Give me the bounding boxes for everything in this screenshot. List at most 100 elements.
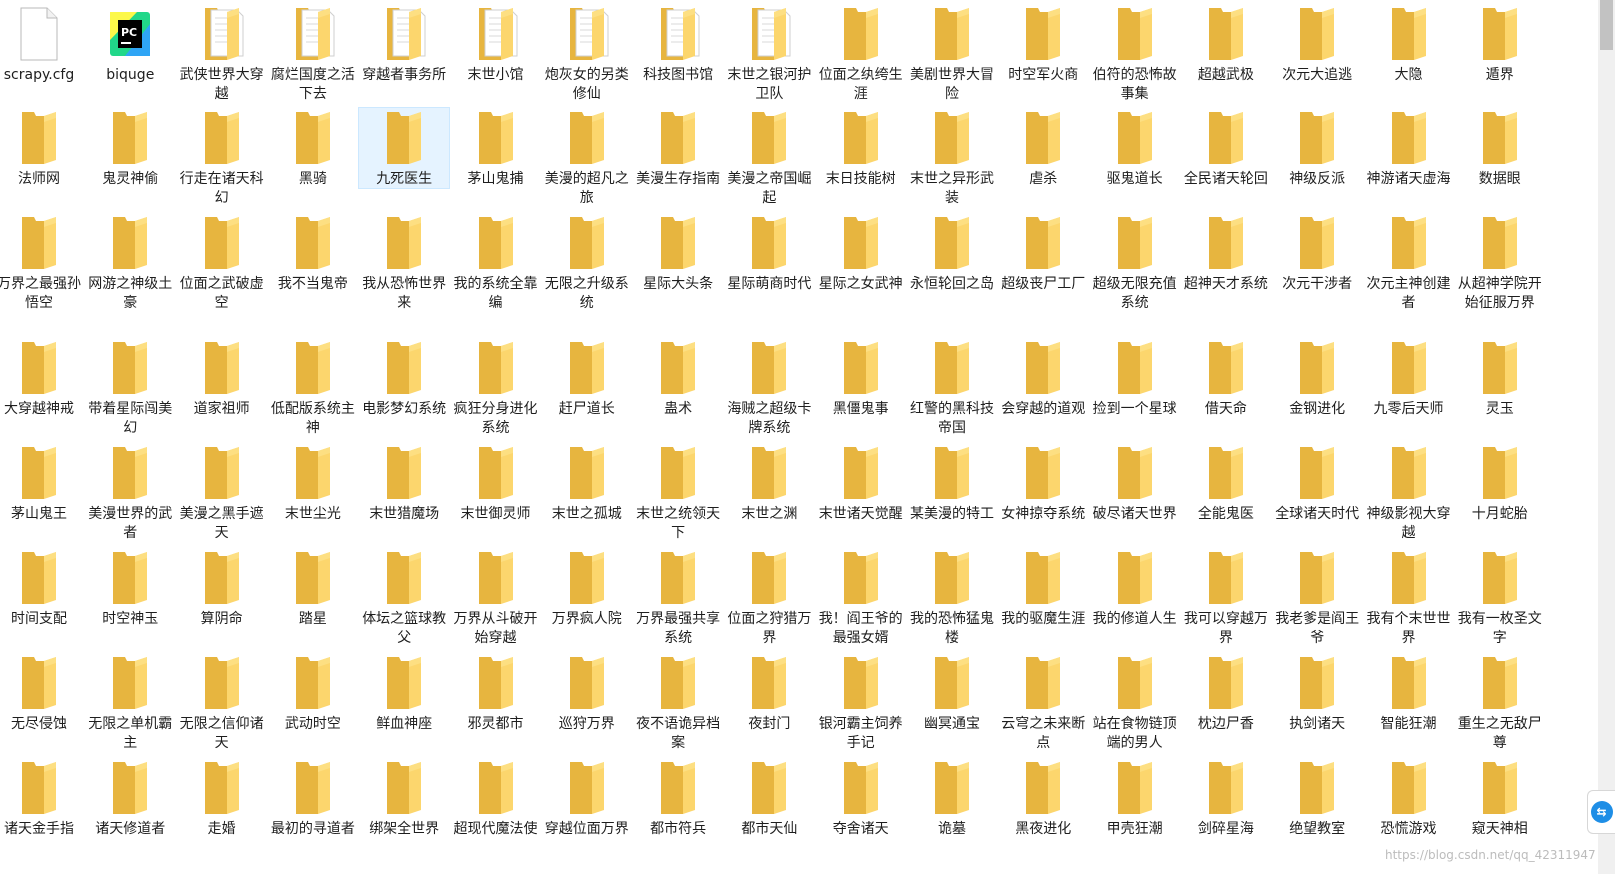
- folder-item[interactable]: 位面之狩猎万界: [724, 548, 814, 648]
- folder-item[interactable]: 末世小馆: [451, 4, 541, 85]
- folder-item[interactable]: 我可以穿越万界: [1181, 548, 1271, 648]
- folder-item[interactable]: 破尽诸天世界: [1090, 443, 1180, 524]
- folder-item[interactable]: 茅山鬼王: [0, 443, 84, 524]
- folder-item[interactable]: 末世之孤城: [542, 443, 632, 524]
- folder-item[interactable]: 遁界: [1455, 4, 1545, 85]
- folder-item[interactable]: 超级丧尸工厂: [998, 213, 1088, 294]
- folder-item[interactable]: 女神掠夺系统: [998, 443, 1088, 524]
- folder-item[interactable]: 伯符的恐怖故事集: [1090, 4, 1180, 104]
- folder-item[interactable]: 红警的黑科技帝国: [907, 338, 997, 438]
- folder-item[interactable]: 夜封门: [724, 653, 814, 734]
- folder-item[interactable]: 站在食物链顶端的男人: [1090, 653, 1180, 753]
- folder-item[interactable]: 都市符兵: [633, 758, 723, 839]
- folder-item[interactable]: 我有个末世世界: [1364, 548, 1454, 648]
- folder-item[interactable]: 踏星: [268, 548, 358, 629]
- folder-item[interactable]: 穿越者事务所: [359, 4, 449, 85]
- folder-item[interactable]: 我有一枚圣文字: [1455, 548, 1545, 648]
- folder-item[interactable]: 剑碎星海: [1181, 758, 1271, 839]
- folder-item[interactable]: 会穿越的道观: [998, 338, 1088, 419]
- folder-item[interactable]: 海贼之超级卡牌系统: [724, 338, 814, 438]
- app-item[interactable]: PC biquge: [85, 4, 175, 85]
- folder-item[interactable]: 炮灰女的另类修仙: [542, 4, 632, 104]
- folder-item[interactable]: 鲜血神座: [359, 653, 449, 734]
- folder-item[interactable]: 星际之女武神: [816, 213, 906, 294]
- folder-item[interactable]: 九零后天师: [1364, 338, 1454, 419]
- folder-item[interactable]: 云穹之未来断点: [998, 653, 1088, 753]
- folder-item[interactable]: 重生之无敌尸尊: [1455, 653, 1545, 753]
- folder-item[interactable]: 超级无限充值系统: [1090, 213, 1180, 313]
- folder-item[interactable]: 银河霸主饲养手记: [816, 653, 906, 753]
- folder-item[interactable]: 夺舍诸天: [816, 758, 906, 839]
- folder-item[interactable]: 无限之单机霸主: [85, 653, 175, 753]
- folder-item[interactable]: 我老爹是阎王爷: [1272, 548, 1362, 648]
- folder-item[interactable]: 最初的寻道者: [268, 758, 358, 839]
- folder-item[interactable]: 鬼灵神偷: [85, 108, 175, 189]
- folder-item[interactable]: 蛊术: [633, 338, 723, 419]
- vertical-scrollbar[interactable]: [1598, 0, 1615, 874]
- folder-item[interactable]: 时空军火商: [998, 4, 1088, 85]
- folder-item[interactable]: 带着星际闯美幻: [85, 338, 175, 438]
- folder-item[interactable]: 赶尸道长: [542, 338, 632, 419]
- folder-item[interactable]: 超神天才系统: [1181, 213, 1271, 294]
- folder-item[interactable]: 都市天仙: [724, 758, 814, 839]
- folder-item[interactable]: 末世诸天觉醒: [816, 443, 906, 524]
- folder-item[interactable]: 位面之武破虚空: [177, 213, 267, 313]
- folder-item[interactable]: 巡狩万界: [542, 653, 632, 734]
- folder-item[interactable]: 美漫世界的武者: [85, 443, 175, 543]
- folder-item[interactable]: 金钢进化: [1272, 338, 1362, 419]
- folder-item[interactable]: 万界疯人院: [542, 548, 632, 629]
- folder-item[interactable]: 末世之渊: [724, 443, 814, 524]
- folder-item[interactable]: 末日技能树: [816, 108, 906, 189]
- folder-item[interactable]: 邪灵都市: [451, 653, 541, 734]
- folder-item[interactable]: 法师网: [0, 108, 84, 189]
- folder-item[interactable]: 智能狂潮: [1364, 653, 1454, 734]
- folder-item[interactable]: 穿越位面万界: [542, 758, 632, 839]
- folder-item[interactable]: 次元干涉者: [1272, 213, 1362, 294]
- folder-item[interactable]: 万界从斗破开始穿越: [451, 548, 541, 648]
- folder-item[interactable]: 绝望教室: [1272, 758, 1362, 839]
- folder-item[interactable]: 诸天金手指: [0, 758, 84, 839]
- folder-item[interactable]: 我！阎王爷的最强女婿: [816, 548, 906, 648]
- folder-item[interactable]: 神级影视大穿越: [1364, 443, 1454, 543]
- folder-item[interactable]: 超越武极: [1181, 4, 1271, 85]
- folder-item[interactable]: 次元大追逃: [1272, 4, 1362, 85]
- folder-item[interactable]: 科技图书馆: [633, 4, 723, 85]
- folder-item[interactable]: 全球诸天时代: [1272, 443, 1362, 524]
- folder-item[interactable]: 绑架全世界: [359, 758, 449, 839]
- folder-item[interactable]: 美漫之帝国崛起: [724, 108, 814, 208]
- folder-item[interactable]: 恐慌游戏: [1364, 758, 1454, 839]
- scrollbar-thumb[interactable]: [1600, 0, 1613, 50]
- folder-item[interactable]: 武动时空: [268, 653, 358, 734]
- folder-item[interactable]: 我不当鬼帝: [268, 213, 358, 294]
- folder-item[interactable]: 我的修道人生: [1090, 548, 1180, 629]
- folder-item[interactable]: 永恒轮回之岛: [907, 213, 997, 294]
- folder-item[interactable]: 大隐: [1364, 4, 1454, 85]
- folder-item[interactable]: 行走在诸天科幻: [177, 108, 267, 208]
- folder-item[interactable]: 捡到一个星球: [1090, 338, 1180, 419]
- folder-item[interactable]: 万界之最强孙悟空: [0, 213, 84, 313]
- folder-item[interactable]: 神级反派: [1272, 108, 1362, 189]
- folder-item[interactable]: 无尽侵蚀: [0, 653, 84, 734]
- folder-item[interactable]: 末世之统领天下: [633, 443, 723, 543]
- folder-item[interactable]: 走婚: [177, 758, 267, 839]
- folder-item[interactable]: 我从恐怖世界来: [359, 213, 449, 313]
- folder-item[interactable]: 网游之神级土豪: [85, 213, 175, 313]
- folder-item[interactable]: 次元主神创建者: [1364, 213, 1454, 313]
- folder-item[interactable]: 我的驱魔生涯: [998, 548, 1088, 629]
- folder-item[interactable]: 我的恐怖猛鬼楼: [907, 548, 997, 648]
- folder-item[interactable]: 灵玉: [1455, 338, 1545, 419]
- folder-item[interactable]: 末世之银河护卫队: [724, 4, 814, 104]
- folder-item[interactable]: 黑骑: [268, 108, 358, 189]
- side-floating-widget[interactable]: ⇆: [1587, 790, 1615, 834]
- folder-item[interactable]: 美剧世界大冒险: [907, 4, 997, 104]
- folder-item[interactable]: 窥天神相: [1455, 758, 1545, 839]
- folder-item[interactable]: 驱鬼道长: [1090, 108, 1180, 189]
- folder-item[interactable]: 星际大头条: [633, 213, 723, 294]
- folder-item[interactable]: 诡墓: [907, 758, 997, 839]
- folder-item[interactable]: 无限之信仰诸天: [177, 653, 267, 753]
- folder-item[interactable]: 位面之纨绔生涯: [816, 4, 906, 104]
- folder-item[interactable]: 神游诸天虚海: [1364, 108, 1454, 189]
- folder-item[interactable]: 诸天修道者: [85, 758, 175, 839]
- folder-item[interactable]: 末世御灵师: [451, 443, 541, 524]
- folder-item[interactable]: 全民诸天轮回: [1181, 108, 1271, 189]
